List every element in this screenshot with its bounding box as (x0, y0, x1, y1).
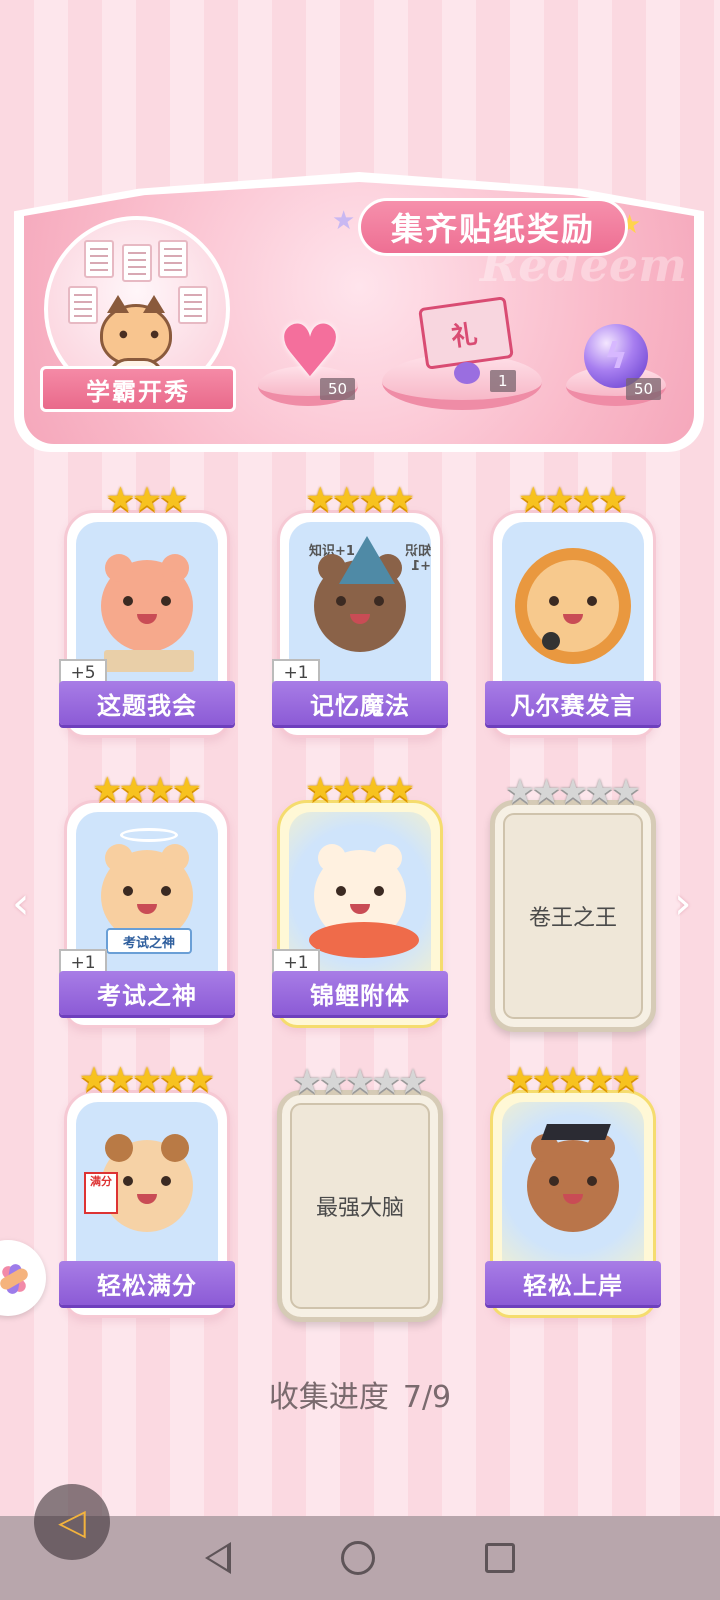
chevron-right-icon[interactable]: › (674, 878, 692, 929)
graduation-cap-icon (541, 1124, 611, 1140)
collection-progress: 收集进度 7/9 (0, 1372, 720, 1416)
star-rating: ★ ★ ★ ★ (518, 480, 628, 520)
banner-title-badge: 集齐贴纸奖励 (358, 198, 628, 256)
paper-icon (158, 240, 188, 278)
nav-back-icon[interactable] (205, 1542, 231, 1574)
sticker-card[interactable]: ★ ★ ★ ★ 知识+1 知识+1 +1 记忆魔法 (272, 483, 448, 738)
locked-sticker-card[interactable]: ★ ★ ★ ★ ★ 最强大脑 (277, 1065, 443, 1322)
chevron-left-icon[interactable]: ‹ (12, 878, 30, 929)
sticker-art (502, 1102, 644, 1285)
nav-home-icon[interactable] (341, 1541, 375, 1575)
nav-recent-apps-icon[interactable] (485, 1543, 515, 1573)
back-button[interactable]: ◁ (34, 1484, 110, 1560)
sticker-card[interactable]: ★ ★ ★ ★ 凡尔赛发言 (485, 483, 661, 738)
cat-mascot-icon: ● ● (100, 295, 172, 366)
lion-mascot-icon (527, 560, 619, 653)
theme-label: 学霸开秀 (86, 377, 190, 406)
wizard-hat-icon (339, 536, 395, 584)
score-paper: 满分 (84, 1172, 118, 1214)
star-rating: ★ ★ ★ ★ (305, 770, 415, 810)
sticker-name: 凡尔赛发言 (510, 690, 636, 720)
sticker-name-bar: 锦鲤附体 (272, 971, 448, 1015)
progress-label: 收集进度 (268, 1380, 389, 1415)
halo-icon (120, 828, 178, 842)
star-rating: ★ ★ ★ ★ ★ (78, 1060, 216, 1100)
theme-label-ribbon: 学霸开秀 (40, 366, 236, 412)
star-rating: ★ ★ ★ ★ (92, 770, 202, 810)
bear-mascot-icon (101, 554, 193, 653)
sticker-name: 轻松上岸 (523, 1270, 623, 1300)
star-rating: ★ ★ ★ ★ ★ (504, 1060, 642, 1100)
sticker-card[interactable]: ★ ★ ★ ★ ★ 轻松上岸 (485, 1063, 661, 1318)
sticker-name-bar: 记忆魔法 (272, 681, 448, 725)
locked-sticker-card[interactable]: ★ ★ ★ ★ ★ 卷王之王 (490, 775, 656, 1032)
sticker-name-bar: 凡尔赛发言 (485, 681, 661, 725)
paper-icon (122, 244, 152, 282)
back-arrow-icon: ◁ (58, 1501, 86, 1543)
sticker-name-bar: 轻松满分 (59, 1261, 235, 1305)
sticker-name: 锦鲤附体 (310, 980, 410, 1010)
coin-icon (454, 362, 480, 384)
sticker-name: 轻松满分 (97, 1270, 197, 1300)
koi-fish-icon (309, 922, 419, 958)
sticker-name: 卷王之王 (528, 906, 617, 931)
progress-value: 7/9 (402, 1380, 452, 1415)
sign-label: 考试之神 (106, 928, 192, 954)
reward-count: 50 (626, 378, 662, 400)
paper-icon (68, 286, 98, 324)
sticker-name-bar: 轻松上岸 (485, 1261, 661, 1305)
reward-count: 50 (320, 378, 356, 400)
sticker-card[interactable]: ★ ★ ★ ★ 考试之神 +1 考试之神 (59, 773, 235, 1028)
paper-icon (84, 240, 114, 278)
star-rating: ★ ★ ★ ★ ★ (504, 772, 642, 812)
sticker-art (502, 522, 644, 705)
sticker-name: 这题我会 (97, 690, 197, 720)
pink-heart-gem-icon[interactable]: ♥ (272, 315, 348, 387)
sticker-card[interactable]: ★ ★ ★ ★ ★ 满分 轻松满分 (59, 1063, 235, 1318)
desk-icon (104, 650, 194, 672)
sticker-name: 最强大脑 (315, 1196, 404, 1221)
star-rating: ★ ★ ★ ★ (305, 480, 415, 520)
floating-widget[interactable] (0, 1240, 46, 1316)
paper-icon (178, 286, 208, 324)
microphone-icon (542, 632, 560, 650)
sticker-name-bar: 这题我会 (59, 681, 235, 725)
sticker-name: 记忆魔法 (310, 690, 410, 720)
star-rating: ★ ★ ★ ★ ★ (291, 1062, 429, 1102)
star-icon: ★ (332, 206, 356, 236)
sticker-card[interactable]: ★ ★ ★ ★ +1 锦鲤附体 (272, 773, 448, 1028)
star-rating: ★ ★ ★ (105, 480, 189, 520)
banner-title: 集齐贴纸奖励 (390, 210, 595, 248)
gift-box-icon[interactable] (418, 296, 514, 370)
squirrel-mascot-icon (527, 1134, 619, 1233)
sticker-name: 考试之神 (97, 980, 197, 1010)
sticker-name-bar: 考试之神 (59, 971, 235, 1015)
reward-count: 1 (490, 370, 516, 392)
sticker-art: 满分 (76, 1102, 218, 1285)
sticker-card[interactable]: ★ ★ ★ +5 这题我会 (59, 483, 235, 738)
